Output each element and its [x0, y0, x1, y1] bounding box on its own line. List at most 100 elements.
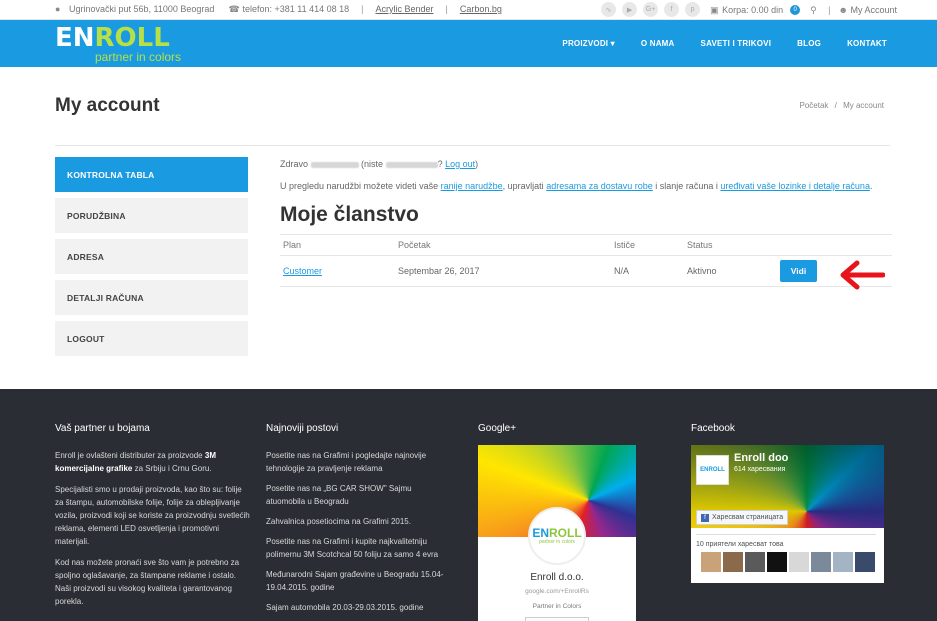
fb-like-page-button[interactable]: f Харесвам страницата — [696, 510, 789, 525]
google-plus-icon[interactable]: G+ — [643, 2, 659, 17]
avatar[interactable] — [833, 552, 853, 572]
column-header-start: Početak — [398, 240, 431, 250]
post-link[interactable]: Posetite nas na Grafimi i pogledajte naj… — [266, 449, 446, 475]
logo[interactable]: ENROLL partner in colors — [55, 23, 181, 63]
contact-info: ● Ugrinovački put 56b, 11000 Beograd ☎ t… — [55, 4, 502, 14]
view-button[interactable]: Vidi — [780, 260, 817, 282]
sidebar-item-detalji-racuna[interactable]: DETALJI RAČUNA — [55, 280, 248, 315]
breadcrumb-current: My account — [843, 101, 884, 110]
greeting: Zdravo (niste ? Log out) — [280, 159, 478, 169]
avatar[interactable] — [855, 552, 875, 572]
footer-google-plus-title: Google+ — [478, 423, 517, 434]
divider — [55, 145, 890, 146]
greeting-prefix: Zdravo — [280, 159, 309, 169]
pinterest-icon[interactable]: p — [685, 2, 701, 17]
red-arrow-annotation — [840, 260, 885, 290]
avatar[interactable] — [745, 552, 765, 572]
separator: | — [828, 4, 831, 15]
nav-item-saveti[interactable]: SAVETI I TRIKOVI — [701, 39, 772, 48]
greeting-close: ) — [475, 159, 479, 169]
gplus-logo-en: EN — [532, 526, 549, 540]
membership-heading: Moje članstvo — [280, 203, 419, 226]
phone-icon: ☎ — [228, 4, 240, 14]
account-sidebar: KONTROLNA TABLA PORUDŽBINA ADRESA DETALJ… — [55, 157, 248, 362]
plan-link[interactable]: Customer — [283, 266, 322, 276]
gplus-name[interactable]: Enroll d.o.o. — [478, 572, 636, 583]
intro-part: . — [869, 181, 873, 191]
sidebar-item-porudzbina[interactable]: PORUDŽBINA — [55, 198, 248, 233]
page-profile-picture[interactable]: ENROLL — [696, 455, 729, 485]
column-header-status: Status — [687, 240, 713, 250]
footer-posts-title: Najnoviji postovi — [266, 423, 339, 434]
post-link[interactable]: Zahvalnica posetiocima na Grafimi 2015. — [266, 515, 446, 528]
link-carbon-bg[interactable]: Carbon.bg — [460, 4, 502, 14]
gplus-logo-tag: partner in colors — [539, 539, 575, 545]
search-icon[interactable]: ⚲ — [810, 5, 820, 14]
nav-item-blog[interactable]: BLOG — [797, 39, 821, 48]
intro-part: i slanje računa i — [655, 181, 718, 191]
logout-link[interactable]: Log out — [445, 159, 475, 169]
redacted-username — [385, 161, 438, 168]
separator: | — [361, 4, 364, 14]
gplus-logo: ENROLL partner in colors — [528, 507, 586, 565]
breadcrumb-home[interactable]: Početak — [799, 101, 828, 110]
nav-item-o-nama[interactable]: O NAMA — [641, 39, 675, 48]
footer-about-title: Vaš partner u bojama — [55, 423, 150, 434]
google-plus-widget[interactable]: ENROLL partner in colors Enroll d.o.o. g… — [478, 445, 636, 621]
gplus-tagline: Partner in Colors — [532, 603, 582, 610]
youtube-icon[interactable]: ▶ — [622, 2, 638, 17]
intro-part: , upravljati — [502, 181, 544, 191]
avatar[interactable] — [723, 552, 743, 572]
breadcrumb: Početak / My account — [799, 101, 884, 110]
avatar[interactable] — [701, 552, 721, 572]
nav-item-proizvodi[interactable]: PROIZVODI ▾ — [562, 39, 614, 48]
cart-text[interactable]: Korpa: 0.00 din — [722, 5, 783, 15]
sidebar-item-kontrolna-tabla[interactable]: KONTROLNA TABLA — [55, 157, 248, 192]
footer-about-p2: Specijalisti smo u prodaji proizvoda, ka… — [55, 485, 250, 546]
account-details-link[interactable]: uređivati vaše lozinke i detalje računa — [720, 181, 870, 191]
post-link[interactable]: Međunarodni Sajam građevine u Beogradu 1… — [266, 568, 446, 594]
sidebar-item-logout[interactable]: LOGOUT — [55, 321, 248, 356]
post-link[interactable]: Posetite nas na „BG CAR SHOW" Sajmu atuo… — [266, 482, 446, 508]
column-header-plan: Plan — [283, 240, 302, 250]
sidebar-item-adresa[interactable]: ADRESA — [55, 239, 248, 274]
table-header-row: Plan Početak Ističe Status — [280, 234, 892, 256]
status-value: Aktivno — [687, 266, 717, 276]
facebook-widget[interactable]: ENROLL Enroll doo 614 харесвания f Харес… — [691, 445, 884, 583]
column-header-expires: Ističe — [614, 240, 636, 250]
user-icon[interactable]: ☻ — [838, 5, 847, 14]
fb-friends-text: 10 приятели харесват това — [696, 534, 876, 548]
gplus-logo-roll: ROLL — [549, 526, 582, 540]
main-header: ENROLL partner in colors PROIZVODI ▾ O N… — [0, 20, 937, 67]
orders-link[interactable]: ranije narudžbe — [441, 181, 503, 191]
logo-en: EN — [55, 23, 95, 53]
top-bar: ● Ugrinovački put 56b, 11000 Beograd ☎ t… — [0, 0, 937, 20]
redacted-username — [310, 161, 359, 168]
post-link[interactable]: Sajam automobila 20.03-29.03.2015. godin… — [266, 601, 446, 614]
footer-about: Vaš partner u bojama Enroll je ovlašteni… — [55, 422, 250, 616]
rss-icon[interactable]: ∿ — [601, 2, 617, 17]
footer-about-p3: Kod nas možete pronaći sve što vam je po… — [55, 558, 240, 606]
breadcrumb-separator: / — [834, 101, 837, 110]
facebook-icon[interactable]: f — [664, 2, 680, 17]
avatar[interactable] — [811, 552, 831, 572]
avatar[interactable] — [767, 552, 787, 572]
post-link[interactable]: Posetite nas na Grafimi i kupite najkval… — [266, 535, 446, 561]
addresses-link[interactable]: adresama za dostavu robe — [546, 181, 653, 191]
expires-value: N/A — [614, 266, 630, 276]
nav-item-kontakt[interactable]: KONTAKT — [847, 39, 887, 48]
start-date: Septembar 26, 2017 — [398, 266, 480, 276]
page-title: My account — [55, 95, 160, 116]
cart-count-badge: 0 — [790, 4, 801, 15]
my-account-link[interactable]: My Account — [850, 5, 897, 15]
cart-icon[interactable]: ▣ — [710, 5, 719, 14]
logo-tagline: partner in colors — [95, 50, 182, 64]
fb-page-name[interactable]: Enroll doo — [734, 452, 788, 464]
topbar-right: ∿ ▶ G+ f p ▣ Korpa: 0.00 din 0 ⚲ | ☻ My … — [601, 2, 897, 17]
table-row: Customer Septembar 26, 2017 N/A Aktivno … — [280, 256, 892, 287]
avatar[interactable] — [789, 552, 809, 572]
gplus-follow-button[interactable] — [525, 617, 589, 621]
action-cell: Vidi — [780, 256, 817, 286]
gplus-url[interactable]: google.com/+EnrollRs — [478, 588, 636, 595]
link-acrylic-bender[interactable]: Acrylic Bender — [375, 4, 433, 14]
